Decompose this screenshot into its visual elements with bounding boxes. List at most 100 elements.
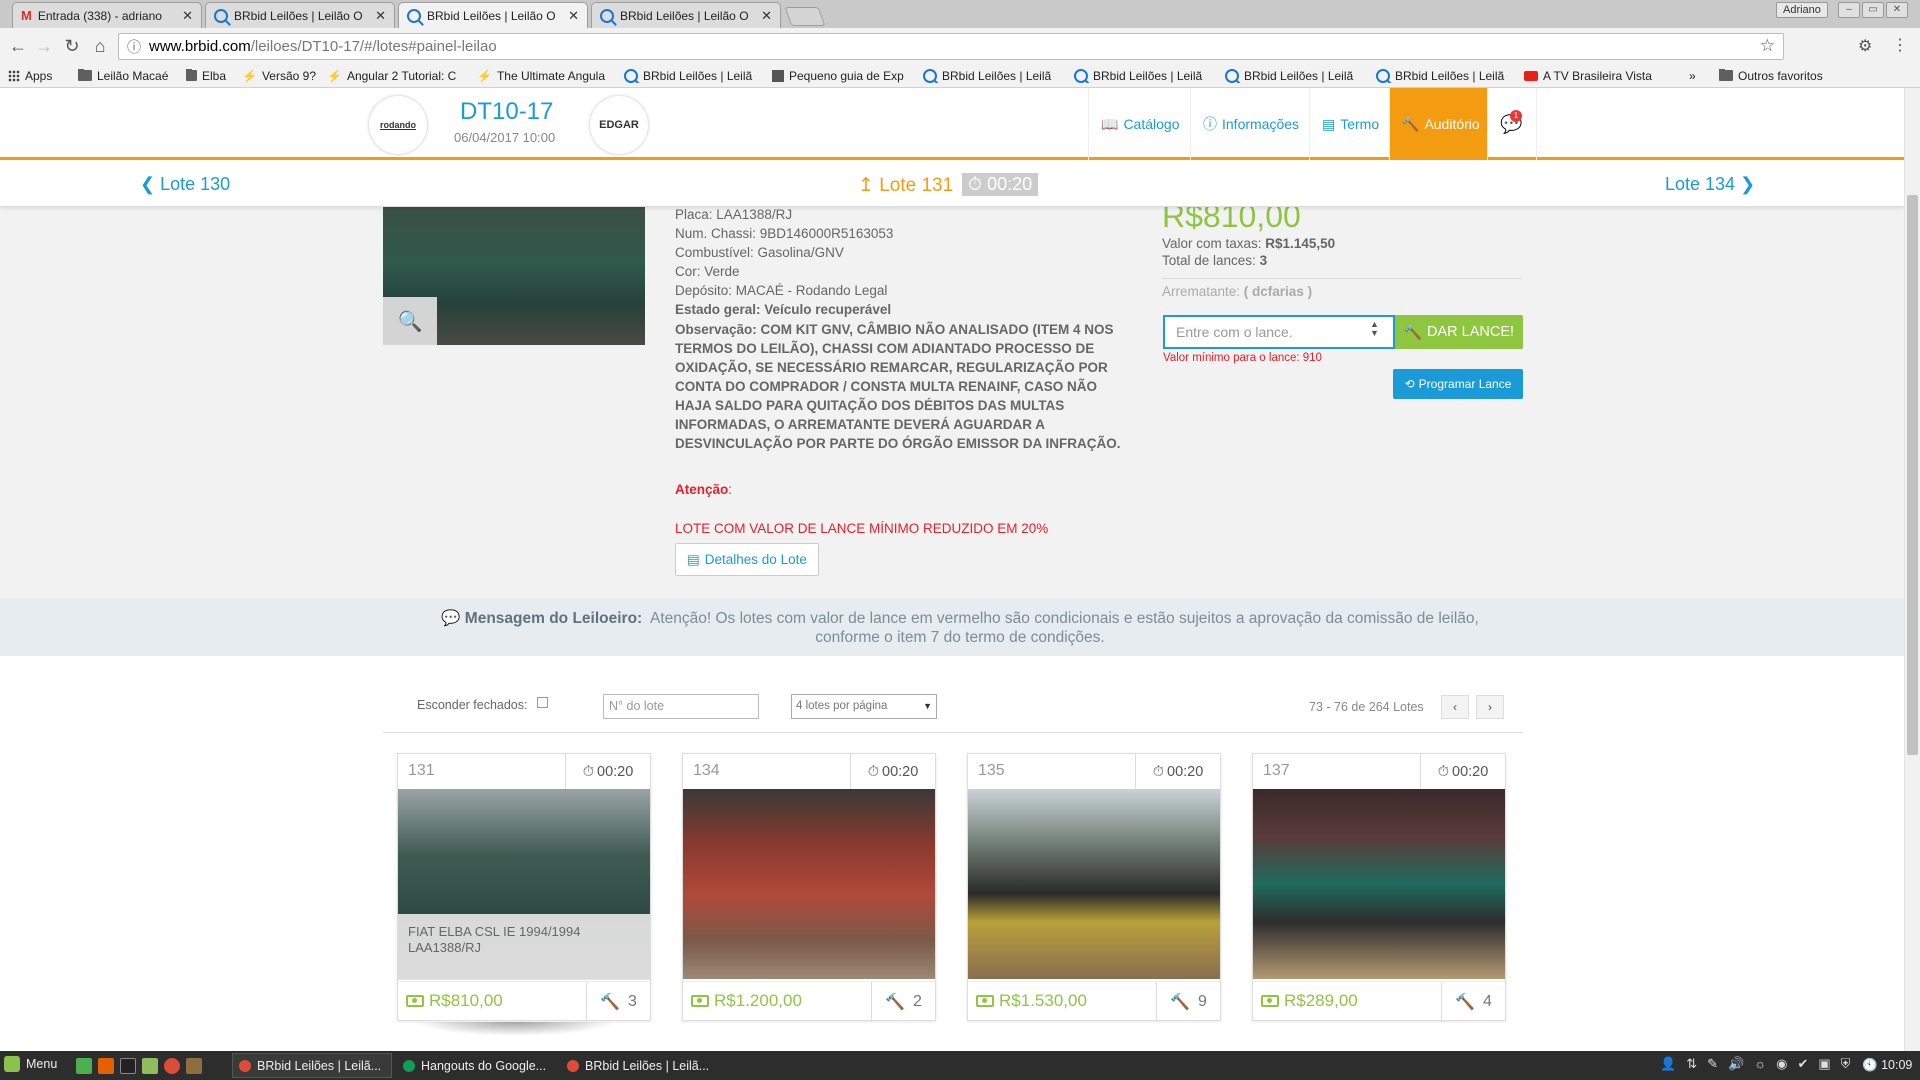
lot-card[interactable]: 137 ⏱ 00:20 R$289,00 🔨 4 [1252, 753, 1506, 1022]
bookmark-link[interactable]: ⚡ The Ultimate Angula [469, 69, 616, 83]
close-icon[interactable]: ✕ [182, 8, 193, 24]
extension-icon[interactable]: ⚙ [1858, 36, 1872, 56]
bookmark-link[interactable]: ⚡ Versão 9? [234, 69, 319, 83]
network-icon[interactable]: ⇅ [1686, 1056, 1697, 1072]
prev-page-button[interactable]: ‹ [1441, 695, 1469, 719]
browser-tab[interactable]: BRbid Leilões | Leilão O ✕ [591, 2, 781, 28]
lot-card[interactable]: 135 ⏱ 00:20 R$1.530,00 🔨 9 [967, 753, 1221, 1022]
winner-name: ( dcfarias ) [1243, 284, 1313, 299]
bookmark-link[interactable]: BRbid Leilões | Leilã [915, 68, 1066, 83]
spec-fuel: Combustível: Gasolina/GNV [675, 245, 844, 260]
maximize-button[interactable]: ▭ [1862, 2, 1884, 18]
chat-button[interactable]: 💬 [1487, 88, 1537, 160]
forward-icon[interactable]: → [34, 36, 54, 57]
tab-title: Entrada (338) - adriano [37, 8, 162, 23]
shield-icon[interactable]: ⛨ [1841, 1056, 1851, 1072]
browser-tab-active[interactable]: BRbid Leilões | Leilão O ✕ [398, 2, 588, 28]
pdf-icon[interactable]: ▣ [1818, 1056, 1830, 1072]
lot-card[interactable]: 134 ⏱ 00:20 R$1.200,00 🔨 2 [682, 753, 936, 1022]
brbid-icon [600, 8, 614, 23]
nav-catalog[interactable]: 📖 Catálogo [1088, 88, 1191, 160]
bookmark-link[interactable]: BRbid Leilões | Leilã [1066, 68, 1217, 83]
minimize-button[interactable]: – [1838, 2, 1860, 18]
home-icon[interactable]: ⌂ [90, 36, 110, 57]
bookmarks-overflow[interactable]: » [1681, 69, 1711, 83]
volume-icon[interactable]: 🔊 [1728, 1056, 1744, 1072]
close-icon[interactable]: ✕ [761, 8, 772, 24]
menu-icon[interactable]: ⋮ [1892, 35, 1908, 55]
clock[interactable]: 🕙 10:09 [1862, 1058, 1912, 1073]
profile-button[interactable]: Adriano [1776, 2, 1828, 18]
card-price: R$1.530,00 [976, 991, 1087, 1011]
taskbar-task[interactable]: BRbid Leilões | Leilã... [232, 1053, 392, 1078]
bid-input[interactable]: Entre com o lance. [1163, 315, 1395, 349]
lot-photo[interactable] [1253, 789, 1505, 979]
chrome-icon[interactable]: ◉ [1776, 1056, 1787, 1072]
zoom-button[interactable]: 🔍 [383, 297, 437, 345]
hide-closed-checkbox[interactable] [537, 697, 548, 708]
taskbar-task[interactable]: Hangouts do Google... [396, 1053, 556, 1078]
lot-photo[interactable] [683, 789, 935, 979]
place-bid-button[interactable]: 🔨 DAR LANCE! [1395, 315, 1523, 349]
arrow-up-icon: ↥ [858, 175, 874, 196]
update-icon[interactable]: ✔ [1797, 1056, 1808, 1072]
gavel-icon: 🔨 [1455, 994, 1475, 1011]
brightness-icon[interactable]: ☼ [1754, 1056, 1766, 1072]
nav-info[interactable]: ⓘ Informações [1190, 88, 1311, 160]
info-label: Total de lances: [1162, 253, 1260, 268]
bookmark-link[interactable]: Pequeno guia de Exp [764, 69, 915, 83]
bookmark-link[interactable]: BRbid Leilões | Leilã [616, 68, 764, 83]
bookmark-label: Angular 2 Tutorial: C [346, 68, 457, 83]
bookmark-link[interactable]: A TV Brasileira Vista [1516, 69, 1681, 83]
firefox-icon[interactable] [98, 1058, 114, 1074]
close-window-button[interactable]: ✕ [1886, 2, 1908, 18]
reload-icon[interactable]: ↻ [62, 36, 82, 57]
nav-terms[interactable]: ▤ Termo [1309, 88, 1391, 160]
lot-card[interactable]: 131 ⏱ 00:20 FIAT ELBA CSL IE 1994/1994 LAA… [397, 753, 651, 1022]
scrollbar-thumb[interactable] [1907, 195, 1918, 755]
back-icon[interactable]: ← [8, 36, 28, 57]
spec-value: Gasolina/GNV [757, 245, 844, 260]
bookmark-link[interactable]: BRbid Leilões | Leilã [1368, 68, 1516, 83]
schedule-bid-button[interactable]: ⟲ Programar Lance [1393, 369, 1523, 399]
lot-details-button[interactable]: ▤ Detalhes do Lote [675, 543, 819, 576]
bookmark-apps[interactable]: Apps [0, 69, 70, 83]
next-lot-link[interactable]: Lote 134 ❯ [1665, 174, 1755, 195]
info-icon[interactable]: ⓘ [127, 37, 141, 57]
per-page-select[interactable]: 4 lotes por página ▼ [791, 694, 937, 719]
next-page-button[interactable]: › [1476, 695, 1504, 719]
app-icon[interactable] [186, 1058, 202, 1074]
files-icon[interactable] [142, 1058, 158, 1074]
prev-lot-link[interactable]: ❮ Lote 130 [140, 174, 230, 195]
bookmark-folder[interactable]: Elba [178, 68, 234, 83]
bookmark-folder[interactable]: Leilão Macaé [70, 68, 178, 83]
chrome-icon [239, 1059, 251, 1072]
close-icon[interactable]: ✕ [375, 8, 386, 24]
star-icon[interactable]: ☆ [1760, 36, 1775, 56]
new-tab-button[interactable] [784, 7, 826, 26]
bookmark-link[interactable]: ⚡ Angular 2 Tutorial: C [319, 69, 469, 83]
brbid-icon [923, 68, 937, 83]
address-bar[interactable]: ⓘ www.brbid.com/leiloes/DT10-17/#/lotes#… [118, 33, 1784, 60]
chrome-icon[interactable] [164, 1058, 180, 1074]
folder-icon [78, 68, 92, 81]
lot-number-input[interactable]: N° do lote [603, 694, 759, 719]
browser-tab[interactable]: M Entrada (338) - adriano ✕ [12, 2, 202, 28]
desktop-icon[interactable] [76, 1058, 92, 1074]
clock-time: 10:09 [1881, 1058, 1913, 1072]
spec-value: 9BD146000R5163053 [759, 226, 894, 241]
timer-value: 00:20 [1167, 763, 1204, 780]
lot-photo[interactable] [968, 789, 1220, 979]
browser-tab[interactable]: BRbid Leilões | Leilão O ✕ [205, 2, 395, 28]
close-icon[interactable]: ✕ [568, 8, 579, 24]
start-menu-button[interactable]: Menu [4, 1056, 57, 1072]
bid-spinner[interactable]: ▲ ▼ [1370, 320, 1379, 338]
nav-auditorium[interactable]: 🔨 Auditório [1389, 88, 1487, 160]
taskbar-task[interactable]: BRbid Leilões | Leilã... [560, 1053, 720, 1078]
pen-icon[interactable]: ✎ [1707, 1056, 1718, 1072]
user-icon[interactable]: 👤 [1660, 1056, 1676, 1072]
bookmark-link[interactable]: BRbid Leilões | Leilã [1217, 68, 1368, 83]
terminal-icon[interactable] [120, 1058, 136, 1074]
document-icon: ▤ [687, 551, 700, 567]
other-bookmarks[interactable]: Outros favoritos [1711, 68, 1831, 83]
